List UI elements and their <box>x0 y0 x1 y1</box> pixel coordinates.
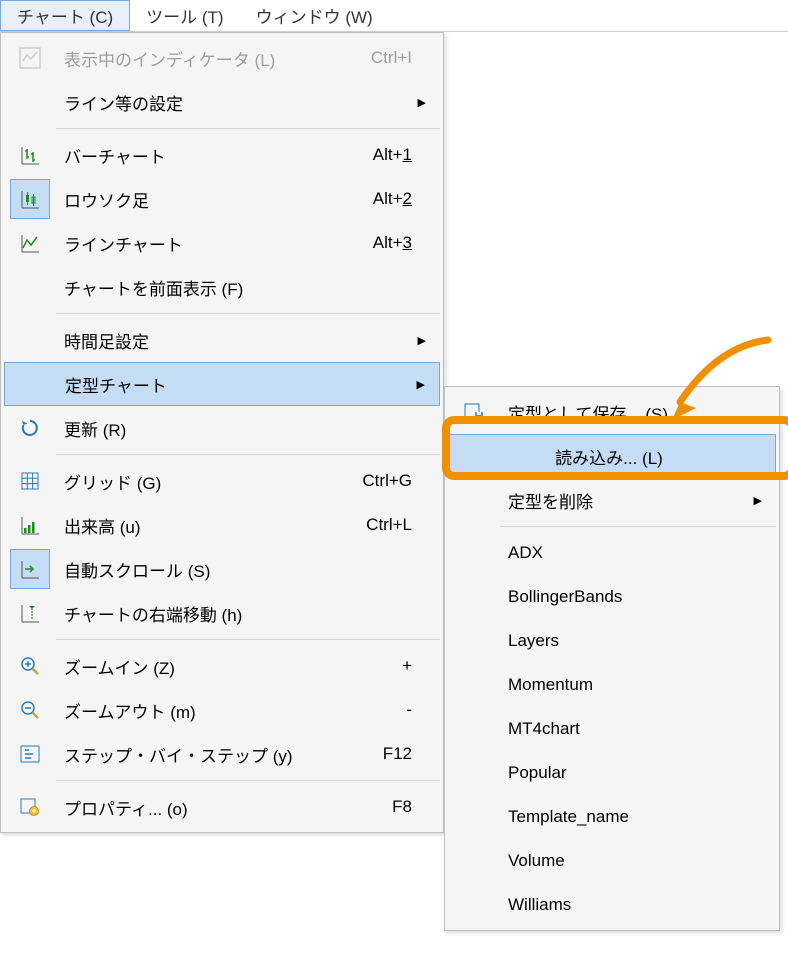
menu-line-chart[interactable]: ラインチャート Alt+3 <box>4 221 440 265</box>
submenu-arrow-icon: ▶ <box>411 378 425 391</box>
menu-label: 時間足設定 <box>56 328 342 353</box>
grid-icon <box>4 470 56 492</box>
menu-indicators: 表示中のインディケータ (L) Ctrl+I <box>4 36 440 80</box>
menu-shortcut: + <box>342 656 412 676</box>
menu-label: ズームアウト (m) <box>56 698 342 723</box>
menu-chart-shift[interactable]: チャートの右端移動 (h) <box>4 591 440 635</box>
submenu-template-item[interactable]: Volume <box>448 839 776 883</box>
submenu-load-template[interactable]: 読み込み... (L) <box>448 434 776 478</box>
menu-shortcut: Ctrl+I <box>342 48 412 68</box>
candlestick-icon <box>10 179 50 219</box>
menu-label: 定型チャート <box>57 372 341 397</box>
submenu-template-item[interactable]: Template_name <box>448 795 776 839</box>
submenu-label: 定型を削除 <box>500 488 748 513</box>
separator <box>56 128 440 129</box>
template-name: Template_name <box>500 807 762 827</box>
template-submenu: 定型として保存... (S) 読み込み... (L) 定型を削除 ▶ ADX Bo… <box>444 386 780 931</box>
menu-auto-scroll[interactable]: 自動スクロール (S) <box>4 547 440 591</box>
menu-zoom-out[interactable]: ズームアウト (m) - <box>4 688 440 732</box>
submenu-template-item[interactable]: ADX <box>448 531 776 575</box>
submenu-arrow-icon: ▶ <box>412 334 426 347</box>
separator <box>56 313 440 314</box>
separator <box>500 526 776 527</box>
menu-volume[interactable]: 出来高 (u) Ctrl+L <box>4 503 440 547</box>
template-name: BollingerBands <box>500 587 762 607</box>
menu-template[interactable]: 定型チャート ▶ <box>4 362 440 406</box>
refresh-icon <box>4 417 56 439</box>
menu-shortcut: F8 <box>342 797 412 817</box>
zoom-in-icon <box>4 655 56 677</box>
menubar-chart[interactable]: チャート (C) <box>0 0 130 31</box>
template-name: MT4chart <box>500 719 762 739</box>
menubar: チャート (C) ツール (T) ウィンドウ (W) <box>0 0 788 32</box>
line-chart-icon <box>4 232 56 254</box>
template-name: Williams <box>500 895 762 915</box>
zoom-out-icon <box>4 699 56 721</box>
template-name: Layers <box>500 631 762 651</box>
template-name: Volume <box>500 851 762 871</box>
menu-label: ズームイン (Z) <box>56 654 342 679</box>
submenu-remove-template[interactable]: 定型を削除 ▶ <box>448 478 776 522</box>
submenu-label: 読み込み... (L) <box>547 444 663 469</box>
menu-label: チャートの右端移動 (h) <box>56 601 342 626</box>
submenu-template-item[interactable]: Williams <box>448 883 776 927</box>
menu-label: グリッド (G) <box>56 469 342 494</box>
submenu-template-item[interactable]: MT4chart <box>448 707 776 751</box>
menu-label: 出来高 (u) <box>56 513 342 538</box>
volume-icon <box>4 514 56 536</box>
submenu-template-item[interactable]: Momentum <box>448 663 776 707</box>
menu-label: ラインチャート <box>56 231 342 256</box>
menu-step-by-step[interactable]: ステップ・バイ・ステップ (y) F12 <box>4 732 440 776</box>
menu-grid[interactable]: グリッド (G) Ctrl+G <box>4 459 440 503</box>
submenu-arrow-icon: ▶ <box>412 96 426 109</box>
separator <box>56 454 440 455</box>
save-template-icon <box>448 401 500 423</box>
menu-shortcut: Alt+3 <box>342 233 412 253</box>
menu-label: バーチャート <box>56 143 342 168</box>
bar-chart-icon <box>4 144 56 166</box>
menu-label: 更新 (R) <box>56 416 342 441</box>
menu-label: 表示中のインディケータ (L) <box>56 46 342 71</box>
properties-icon <box>4 796 56 818</box>
menu-shortcut: F12 <box>342 744 412 764</box>
submenu-template-item[interactable]: Popular <box>448 751 776 795</box>
menu-shortcut: Ctrl+L <box>342 515 412 535</box>
menu-label: チャートを前面表示 (F) <box>56 275 342 300</box>
menu-refresh[interactable]: 更新 (R) <box>4 406 440 450</box>
menu-shortcut: Alt+2 <box>342 189 412 209</box>
menu-shortcut: - <box>342 700 412 720</box>
submenu-arrow-icon: ▶ <box>748 494 762 507</box>
indicators-icon <box>4 47 56 69</box>
menu-candlestick[interactable]: ロウソク足 Alt+2 <box>4 177 440 221</box>
menu-foreground[interactable]: チャートを前面表示 (F) <box>4 265 440 309</box>
menu-line-settings[interactable]: ライン等の設定 ▶ <box>4 80 440 124</box>
separator <box>56 639 440 640</box>
template-name: Popular <box>500 763 762 783</box>
submenu-template-item[interactable]: BollingerBands <box>448 575 776 619</box>
step-icon <box>4 743 56 765</box>
menu-zoom-in[interactable]: ズームイン (Z) + <box>4 644 440 688</box>
menu-shortcut: Ctrl+G <box>342 471 412 491</box>
menu-label: 自動スクロール (S) <box>56 557 342 582</box>
menu-label: ライン等の設定 <box>56 90 342 115</box>
menu-label: ステップ・バイ・ステップ (y) <box>56 742 342 767</box>
auto-scroll-icon <box>10 549 50 589</box>
menu-bar-chart[interactable]: バーチャート Alt+1 <box>4 133 440 177</box>
menu-shortcut: Alt+1 <box>342 145 412 165</box>
menu-timeframe[interactable]: 時間足設定 ▶ <box>4 318 440 362</box>
submenu-label: 定型として保存... (S) <box>500 400 762 425</box>
menubar-tools[interactable]: ツール (T) <box>130 0 239 31</box>
template-name: Momentum <box>500 675 762 695</box>
menu-label: プロパティ... (o) <box>56 795 342 820</box>
separator <box>56 780 440 781</box>
menubar-window[interactable]: ウィンドウ (W) <box>240 0 389 31</box>
submenu-template-item[interactable]: Layers <box>448 619 776 663</box>
chart-shift-icon <box>4 602 56 624</box>
chart-menu-dropdown: 表示中のインディケータ (L) Ctrl+I ライン等の設定 ▶ バーチャート … <box>0 32 444 833</box>
menu-properties[interactable]: プロパティ... (o) F8 <box>4 785 440 829</box>
submenu-save-template[interactable]: 定型として保存... (S) <box>448 390 776 434</box>
menu-label: ロウソク足 <box>56 187 342 212</box>
template-name: ADX <box>500 543 762 563</box>
